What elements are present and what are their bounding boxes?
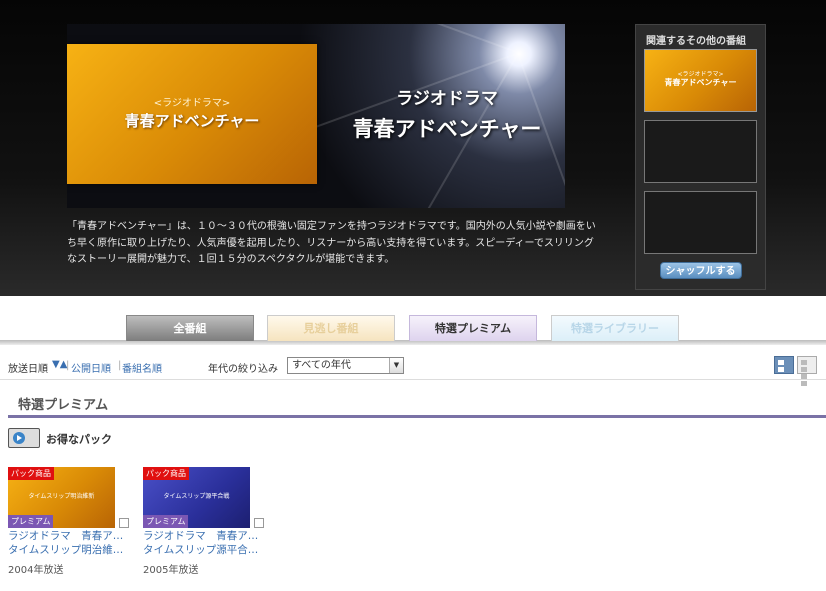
premium-tag: プレミアム [143, 515, 189, 528]
hero-banner: <ラジオドラマ> 青春アドベンチャー ラジオドラマ 青春アドベンチャー [67, 24, 565, 208]
sort-bar: 放送日順 ▼▲ | 公開日順 | 番組名順 年代の絞り込み すべての年代 ▼ [0, 356, 826, 386]
sort-publish-date[interactable]: 公開日順 [71, 360, 111, 375]
shuffle-button[interactable]: シャッフルする [659, 262, 742, 279]
sort-broadcast-date[interactable]: 放送日順 [8, 360, 48, 375]
program-card[interactable]: パック商品 タイムスリップ源平合戦 プレミアム ラジオドラマ 青春ア… タイムス… [143, 467, 268, 576]
related-programs-panel: 関連するその他の番組 <ラジオドラマ> 青春アドベンチャー シャッフルする [635, 24, 766, 290]
program-title-line1[interactable]: ラジオドラマ 青春ア… [143, 529, 268, 543]
hero-title-main: 青春アドベンチャー [352, 117, 542, 141]
related-thumb-3[interactable] [644, 191, 757, 254]
related-thumb-1-title: 青春アドベンチャー [664, 78, 737, 87]
grid-view-icon[interactable] [774, 356, 794, 386]
era-filter-select[interactable]: すべての年代 ▼ [287, 357, 404, 374]
era-filter-value: すべての年代 [292, 360, 351, 371]
hero-thumbnail: <ラジオドラマ> 青春アドベンチャー [67, 44, 317, 184]
category-tabs: 全番組 見逃し番組 特選プレミアム 特選ライブラリー [0, 315, 826, 345]
sort-separator: | [118, 360, 122, 371]
pack-badge: パック商品 [143, 467, 189, 480]
thumbnail-caption: タイムスリップ源平合戦 [163, 493, 230, 500]
premium-tag: プレミアム [8, 515, 54, 528]
tab-library[interactable]: 特選ライブラリー [551, 315, 679, 341]
hero-title-sub: ラジオドラマ [396, 89, 498, 109]
program-thumbnail[interactable]: パック商品 タイムスリップ源平合戦 プレミアム [143, 467, 250, 528]
hero-thumb-subtitle: <ラジオドラマ> [153, 98, 231, 109]
era-filter-label: 年代の絞り込み [208, 364, 278, 375]
program-title-line2[interactable]: タイムスリップ明治維… [8, 543, 133, 557]
hero-thumb-title: 青春アドベンチャー [124, 112, 260, 130]
broadcast-year: 2005年放送 [143, 565, 199, 576]
program-card[interactable]: パック商品 タイムスリップ明治維新 プレミアム ラジオドラマ 青春ア… タイムス… [8, 467, 133, 576]
select-checkbox[interactable] [119, 518, 129, 528]
program-header: <ラジオドラマ> 青春アドベンチャー ラジオドラマ 青春アドベンチャー 「青春ア… [0, 0, 826, 296]
tab-missed-programs[interactable]: 見逃し番組 [267, 315, 395, 341]
thumbnail-caption: タイムスリップ明治維新 [28, 493, 95, 500]
program-description: 「青春アドベンチャー」は、１０～３０代の根強い固定ファンを持つラジオドラマです。… [67, 221, 596, 265]
related-thumb-1[interactable]: <ラジオドラマ> 青春アドベンチャー [644, 49, 757, 112]
sort-program-name[interactable]: 番組名順 [122, 360, 162, 375]
sort-separator: | [66, 360, 70, 371]
broadcast-year: 2004年放送 [8, 565, 64, 576]
program-title-line1[interactable]: ラジオドラマ 青春ア… [8, 529, 133, 543]
select-checkbox[interactable] [254, 518, 264, 528]
program-thumbnail[interactable]: パック商品 タイムスリップ明治維新 プレミアム [8, 467, 115, 528]
tab-premium[interactable]: 特選プレミアム [409, 315, 537, 341]
pack-badge: パック商品 [8, 467, 54, 480]
list-view-icon[interactable] [797, 356, 817, 386]
video-pack-icon [8, 428, 40, 448]
tab-all-programs[interactable]: 全番組 [126, 315, 254, 341]
program-title-line2[interactable]: タイムスリップ源平合… [143, 543, 268, 557]
hero-title: ラジオドラマ 青春アドベンチャー [332, 84, 562, 143]
related-thumb-2[interactable] [644, 120, 757, 183]
section-title: 特選プレミアム [18, 398, 109, 413]
chevron-down-icon: ▼ [389, 358, 403, 373]
pack-label: お得なパック [46, 433, 112, 446]
related-heading: 関連するその他の番組 [646, 36, 746, 47]
